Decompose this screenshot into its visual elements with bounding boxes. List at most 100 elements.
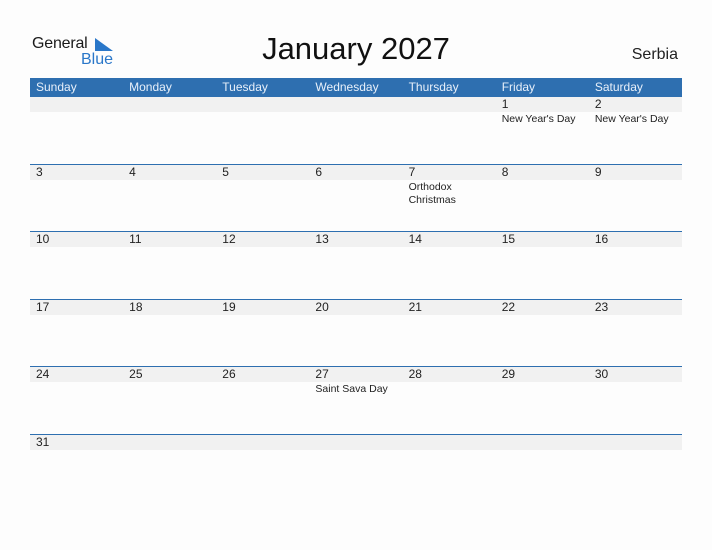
weekday-header: Sunday Monday Tuesday Wednesday Thursday…: [30, 78, 682, 97]
day-cell: [309, 435, 402, 451]
day-cell: 27 Saint Sava Day: [309, 367, 402, 396]
weekday-tuesday: Tuesday: [222, 80, 268, 94]
day-cell: 17: [30, 300, 123, 316]
day-number: 25: [129, 367, 143, 382]
day-number: [595, 435, 682, 450]
day-cell: 5: [216, 165, 309, 207]
day-cell: 25: [123, 367, 216, 396]
day-number: 28: [408, 367, 422, 382]
day-number: [409, 435, 496, 450]
day-cell: 11: [123, 232, 216, 248]
day-number: [315, 97, 402, 112]
week-cells: 24 25 26 27 Saint Sava Day 28 29 30: [30, 367, 682, 396]
day-number: 9: [594, 164, 602, 179]
day-number: 3: [36, 164, 43, 179]
weekday-sunday: Sunday: [36, 80, 77, 94]
holiday-label: New Year's Day: [594, 113, 669, 125]
day-number: 15: [501, 232, 516, 247]
day-number: [36, 97, 123, 112]
day-cell: 16: [589, 232, 682, 248]
day-number: 8: [501, 164, 509, 179]
day-number: 7: [408, 164, 416, 179]
day-number: 12: [222, 232, 236, 247]
weekday-wednesday: Wednesday: [315, 80, 379, 94]
day-cell: 19: [216, 300, 309, 316]
calendar-grid: Sunday Monday Tuesday Wednesday Thursday…: [30, 78, 682, 502]
day-number: [502, 435, 589, 450]
day-cell: 24: [30, 367, 123, 396]
day-cell: 4: [123, 165, 216, 207]
weekday-thursday: Thursday: [408, 80, 459, 94]
day-cell: [216, 435, 309, 451]
holiday-label: Orthodox Christmas: [408, 180, 456, 206]
day-cell: 12: [216, 232, 309, 248]
day-number: 13: [315, 232, 329, 247]
day-cell: [30, 97, 123, 126]
day-cell: 15: [496, 232, 589, 248]
day-cell: [589, 435, 682, 451]
day-number: 29: [501, 367, 516, 382]
week-row: 3 4 5 6 7 Orthodox Christmas 8 9: [30, 163, 682, 232]
day-number: 19: [222, 299, 236, 314]
week-row: 24 25 26 27 Saint Sava Day 28 29 30: [30, 366, 682, 434]
day-cell: 21: [403, 300, 496, 316]
day-cell: 23: [589, 300, 682, 316]
day-number: 20: [315, 299, 329, 314]
day-number: 11: [129, 232, 142, 247]
day-number: 17: [36, 299, 50, 314]
week-cells: 10 11 12 13 14 15 16: [30, 232, 682, 248]
day-number: [315, 435, 402, 450]
day-number: [129, 435, 216, 450]
week-row: 31: [30, 433, 682, 502]
day-cell: 26: [216, 367, 309, 396]
day-number: [222, 435, 309, 450]
day-number: 31: [36, 434, 50, 449]
day-number: 27: [315, 367, 329, 382]
weekday-friday: Friday: [501, 80, 536, 94]
day-cell: 31: [30, 435, 123, 451]
day-number: [409, 97, 496, 112]
week-row: 1 New Year's Day 2 New Year's Day: [30, 97, 682, 164]
day-cell: 3: [30, 165, 123, 207]
page-title: January 2027: [262, 31, 450, 66]
week-cells: 3 4 5 6 7 Orthodox Christmas 8 9: [30, 165, 682, 207]
day-number: 5: [222, 164, 229, 179]
day-cell: 20: [309, 300, 402, 316]
day-number: 18: [129, 299, 143, 314]
day-cell: 8: [496, 165, 589, 207]
day-number: 26: [222, 367, 236, 382]
day-cell: 30: [589, 367, 682, 396]
day-cell: 28: [403, 367, 496, 396]
holiday-label: Saint Sava Day: [315, 383, 388, 396]
day-number: [222, 97, 309, 112]
day-number: 2: [594, 97, 602, 111]
week-cells: 17 18 19 20 21 22 23: [30, 300, 682, 316]
day-number: 24: [36, 367, 50, 382]
week-cells: 1 New Year's Day 2 New Year's Day: [30, 97, 682, 126]
day-number: 4: [129, 164, 136, 179]
day-number: 30: [594, 367, 609, 382]
day-cell: 18: [123, 300, 216, 316]
week-row: 17 18 19 20 21 22 23: [30, 298, 682, 367]
day-cell: [403, 435, 496, 451]
day-number: 22: [501, 299, 516, 314]
week-cells: 31: [30, 435, 682, 451]
day-number: [129, 97, 216, 112]
country-label: Serbia: [631, 46, 678, 63]
day-cell: 7 Orthodox Christmas: [403, 165, 496, 207]
day-number: 6: [315, 164, 323, 179]
day-cell: 9: [589, 165, 682, 207]
weekday-monday: Monday: [129, 80, 172, 94]
day-cell: [403, 97, 496, 126]
day-cell: 10: [30, 232, 123, 248]
day-cell: 29: [496, 367, 589, 396]
weeks-container: 1 New Year's Day 2 New Year's Day 3 4 5 6 7 Ortho…: [30, 97, 682, 502]
day-cell: 2 New Year's Day: [589, 97, 682, 126]
day-cell: [309, 97, 402, 126]
day-cell: 6: [309, 165, 402, 207]
day-cell: [123, 435, 216, 451]
day-number: 1: [501, 97, 509, 111]
day-cell: 22: [496, 300, 589, 316]
day-number: 16: [594, 232, 609, 247]
weekday-saturday: Saturday: [594, 80, 643, 94]
